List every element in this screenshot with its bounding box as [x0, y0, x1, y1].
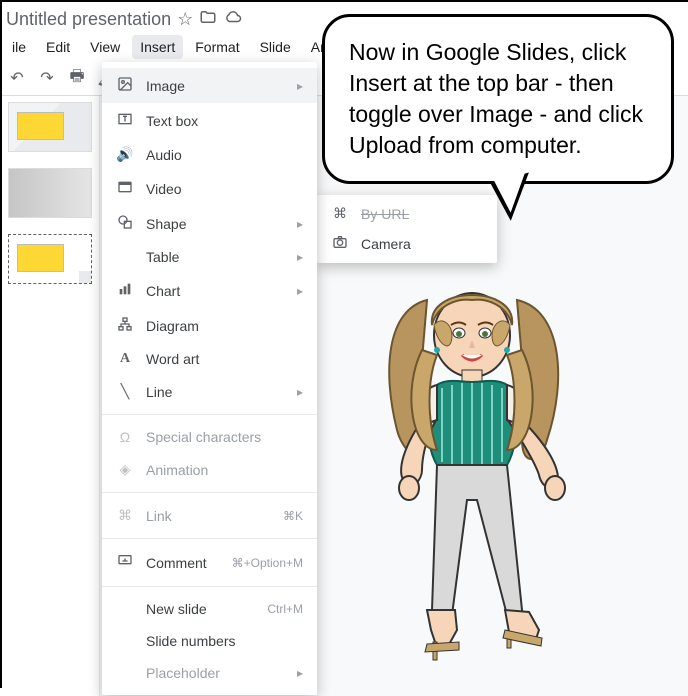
menu-item-shape[interactable]: Shape ▸	[102, 206, 317, 241]
menu-edit[interactable]: Edit	[38, 35, 78, 59]
menu-item-newslide[interactable]: New slide Ctrl+M	[102, 593, 317, 625]
menu-item-placeholder[interactable]: Placeholder ▸	[102, 657, 317, 689]
menu-label: Word art	[146, 351, 199, 367]
menu-slide[interactable]: Slide	[252, 35, 299, 59]
menu-insert[interactable]: Insert	[132, 35, 183, 59]
menu-separator	[102, 586, 317, 587]
menu-label: Chart	[146, 283, 180, 299]
video-icon	[116, 179, 134, 198]
menu-item-line[interactable]: ╲ Line ▸	[102, 375, 317, 408]
comment-icon	[116, 553, 134, 572]
wordart-icon: A	[116, 351, 134, 367]
print-icon[interactable]: 🖶	[66, 67, 88, 89]
insert-menu-dropdown: Image ▸ Text box 🔊 Audio Video Shape ▸ T…	[102, 62, 317, 695]
undo-icon[interactable]: ↶	[6, 67, 28, 89]
diagram-icon	[116, 316, 134, 335]
menu-format[interactable]: Format	[187, 35, 247, 59]
menu-label: Placeholder	[146, 665, 220, 681]
menu-label: Video	[146, 181, 182, 197]
doc-title[interactable]: Untitled presentation	[6, 9, 171, 30]
menu-item-special-chars[interactable]: Ω Special characters	[102, 421, 317, 453]
omega-icon: Ω	[116, 429, 134, 445]
slide-thumb[interactable]	[8, 102, 92, 152]
menu-label: Special characters	[146, 429, 261, 445]
shortcut-label: ⌘K	[283, 509, 303, 523]
camera-icon	[331, 234, 349, 253]
menu-label: Audio	[146, 147, 182, 163]
avatar-character	[367, 270, 577, 670]
menu-label: Table	[146, 249, 179, 265]
star-icon[interactable]: ☆	[177, 9, 193, 30]
move-icon[interactable]	[199, 8, 217, 31]
link-icon: ⌘	[116, 507, 134, 524]
chevron-right-icon: ▸	[297, 217, 303, 231]
menu-label: By URL	[361, 206, 409, 222]
chevron-right-icon: ▸	[297, 284, 303, 298]
menu-item-audio[interactable]: 🔊 Audio	[102, 138, 317, 171]
menu-item-chart[interactable]: Chart ▸	[102, 273, 317, 308]
chart-icon	[116, 281, 134, 300]
shortcut-label: Ctrl+M	[267, 602, 303, 616]
menu-label: Diagram	[146, 318, 199, 334]
menu-item-table[interactable]: Table ▸	[102, 241, 317, 273]
menu-label: Animation	[146, 462, 208, 478]
menu-item-textbox[interactable]: Text box	[102, 103, 317, 138]
menu-label: Camera	[361, 236, 411, 252]
menu-item-image[interactable]: Image ▸	[102, 68, 317, 103]
menu-view[interactable]: View	[82, 35, 128, 59]
menu-separator	[102, 414, 317, 415]
textbox-icon	[116, 111, 134, 130]
speech-bubble: Now in Google Slides, click Insert at th…	[322, 14, 674, 184]
image-submenu: ⌘ By URL Camera	[317, 195, 497, 263]
image-icon	[116, 76, 134, 95]
submenu-item-byurl[interactable]: ⌘ By URL	[317, 199, 497, 228]
menu-label: Text box	[146, 113, 198, 129]
menu-label: Image	[146, 78, 185, 94]
shape-icon	[116, 214, 134, 233]
redo-icon[interactable]: ↷	[36, 67, 58, 89]
cloud-icon[interactable]	[223, 8, 243, 31]
menu-label: Comment	[146, 555, 207, 571]
link-icon: ⌘	[331, 205, 349, 222]
menu-item-comment[interactable]: Comment ⌘+Option+M	[102, 545, 317, 580]
slide-thumb[interactable]	[8, 234, 92, 284]
instruction-text: Now in Google Slides, click Insert at th…	[349, 39, 643, 158]
menu-file[interactable]: ile	[4, 35, 34, 59]
menu-item-video[interactable]: Video	[102, 171, 317, 206]
menu-label: Shape	[146, 216, 186, 232]
chevron-right-icon: ▸	[297, 666, 303, 680]
audio-icon: 🔊	[116, 146, 134, 163]
chevron-right-icon: ▸	[297, 79, 303, 93]
chevron-right-icon: ▸	[297, 385, 303, 399]
shortcut-label: ⌘+Option+M	[232, 556, 303, 570]
line-icon: ╲	[116, 383, 134, 400]
menu-item-link[interactable]: ⌘ Link ⌘K	[102, 499, 317, 532]
submenu-item-camera[interactable]: Camera	[317, 228, 497, 259]
menu-label: New slide	[146, 601, 207, 617]
menu-item-wordart[interactable]: A Word art	[102, 343, 317, 375]
menu-item-diagram[interactable]: Diagram	[102, 308, 317, 343]
menu-item-slidenumbers[interactable]: Slide numbers	[102, 625, 317, 657]
menu-separator	[102, 492, 317, 493]
menu-item-animation[interactable]: ◈ Animation	[102, 453, 317, 486]
menu-label: Link	[146, 508, 172, 524]
animation-icon: ◈	[116, 461, 134, 478]
chevron-right-icon: ▸	[297, 250, 303, 264]
menu-label: Line	[146, 384, 172, 400]
slide-thumb[interactable]	[8, 168, 92, 218]
thumbnail-panel	[2, 96, 100, 696]
menu-label: Slide numbers	[146, 633, 236, 649]
menu-separator	[102, 538, 317, 539]
